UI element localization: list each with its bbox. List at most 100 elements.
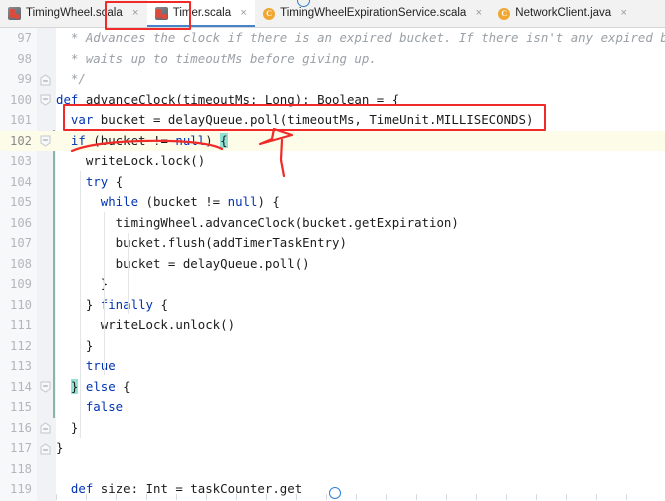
code-line[interactable]: 99 */: [0, 69, 665, 90]
code-line[interactable]: 109 }: [0, 274, 665, 295]
line-number: 102: [9, 133, 32, 148]
line-number: 98: [17, 51, 32, 66]
line-number: 101: [9, 113, 32, 127]
editor-tab-3[interactable]: C NetworkClient.java ×: [490, 0, 636, 27]
code-token-plain: {: [108, 173, 124, 189]
code-line[interactable]: 111 writeLock.unlock(): [0, 315, 665, 336]
code-line[interactable]: 106 timingWheel.advanceClock(bucket.getE…: [0, 213, 665, 234]
tab-close-icon[interactable]: ×: [474, 8, 483, 19]
code-text: } finally {: [56, 295, 168, 316]
code-token-plain: timingWheel.advanceClock(bucket.getExpir…: [56, 214, 459, 230]
indent-guide: [104, 355, 105, 375]
code-line[interactable]: 98 * waits up to timeoutMs before giving…: [0, 49, 665, 70]
code-text: writeLock.lock(): [56, 151, 205, 172]
fold-region-icon[interactable]: [39, 442, 52, 455]
code-line[interactable]: 97 * Advances the clock if there is an e…: [0, 28, 665, 49]
code-token-kw: null: [227, 194, 258, 209]
code-text: */: [56, 69, 86, 90]
code-line[interactable]: 113 true: [0, 356, 665, 377]
tab-close-icon[interactable]: ×: [131, 8, 140, 19]
code-text: timingWheel.advanceClock(bucket.getExpir…: [56, 213, 459, 234]
code-editor[interactable]: 97 * Advances the clock if there is an e…: [0, 28, 665, 501]
editor-tab-0[interactable]: TimingWheel.scala ×: [0, 0, 147, 27]
code-token-plain: (bucket !=: [85, 132, 176, 148]
code-text: var bucket = delayQueue.poll(timeoutMs, …: [56, 110, 534, 131]
code-line[interactable]: 112 }: [0, 336, 665, 357]
code-token-kw: try: [85, 173, 109, 189]
line-number: 110: [9, 297, 32, 312]
fold-region-icon[interactable]: [39, 422, 52, 434]
tab-close-icon[interactable]: ×: [619, 8, 628, 19]
code-token-plain: advanceClock(timeoutMs: Long): Boolean =…: [78, 91, 400, 107]
code-token-cmt: * Advances the clock if there is an expi…: [56, 30, 665, 45]
line-number: 107: [9, 236, 32, 250]
code-token-kw: var: [70, 112, 94, 127]
code-token-plain: }: [56, 419, 79, 435]
fold-collapse-icon[interactable]: [39, 381, 52, 393]
code-line[interactable]: 116 }: [0, 418, 665, 439]
code-line[interactable]: 104 try {: [0, 172, 665, 193]
line-number: 114: [9, 379, 32, 394]
code-token-plain: (bucket !=: [138, 194, 228, 209]
code-token-plain: ): [205, 132, 221, 148]
editor-tab-bar: TimingWheel.scala × Timer.scala × C TimingWhe…: [0, 0, 665, 28]
editor-bottom-ruler: [56, 494, 665, 500]
scala-class-icon: C: [263, 7, 276, 20]
code-line[interactable]: 103 writeLock.lock(): [0, 151, 665, 172]
line-number: 111: [9, 318, 32, 332]
code-token-kw: else: [85, 378, 116, 394]
code-line[interactable]: 118: [0, 459, 665, 480]
code-token-plain: ) {: [257, 194, 280, 209]
fold-collapse-icon[interactable]: [39, 135, 52, 147]
code-line[interactable]: 115 false: [0, 397, 665, 418]
code-line[interactable]: 110 } finally {: [0, 295, 665, 316]
code-text: }: [56, 274, 108, 295]
code-text: try {: [56, 172, 123, 193]
code-line[interactable]: 100 def advanceClock(timeoutMs: Long): Bo…: [0, 90, 665, 111]
indent-guide: [80, 171, 81, 438]
code-line[interactable]: 117}: [0, 438, 665, 459]
code-token-plain: }: [56, 440, 64, 455]
code-token-plain: writeLock.unlock(): [56, 317, 236, 332]
fold-region-icon[interactable]: [39, 73, 52, 86]
code-line[interactable]: 105 while (bucket != null) {: [0, 192, 665, 213]
code-line[interactable]: 101 var bucket = delayQueue.poll(timeout…: [0, 110, 665, 131]
line-number: 100: [9, 92, 32, 107]
code-token-plain: bucket.flush(addTimerTaskEntry): [56, 235, 347, 250]
fold-collapse-icon[interactable]: [39, 94, 52, 106]
code-line[interactable]: 108 bucket = delayQueue.poll(): [0, 254, 665, 275]
code-line[interactable]: 102 if (bucket != null) {: [0, 130, 665, 152]
code-token-cmt: * waits up to timeoutMs before giving up…: [56, 50, 377, 66]
code-token-kw: def: [56, 91, 79, 107]
line-number: 113: [9, 359, 32, 373]
editor-tab-label: TimingWheel.scala: [26, 6, 123, 19]
code-text: if (bucket != null) {: [56, 131, 228, 152]
line-number: 108: [9, 256, 32, 271]
line-number: 117: [9, 441, 32, 455]
code-token-brk: {: [220, 132, 228, 148]
editor-tab-label: TimingWheelExpirationService.scala: [280, 6, 467, 19]
tab-close-icon[interactable]: ×: [239, 8, 248, 19]
editor-tab-1[interactable]: Timer.scala ×: [146, 0, 256, 27]
line-number: 116: [9, 420, 32, 435]
code-line[interactable]: 107 bucket.flush(addTimerTaskEntry): [0, 233, 665, 254]
editor-tab-2[interactable]: C TimingWheelExpirationService.scala ×: [255, 0, 491, 27]
code-token-kw: null: [175, 132, 206, 148]
code-token-plain: bucket = delayQueue.poll(timeoutMs, Time…: [93, 112, 534, 127]
scala-file-icon: [154, 7, 168, 20]
line-number: 99: [17, 72, 32, 86]
line-number: 112: [9, 338, 32, 353]
code-token-plain: writeLock.lock(): [56, 153, 206, 168]
line-number: 109: [9, 277, 32, 291]
code-lines[interactable]: 97 * Advances the clock if there is an e…: [0, 28, 665, 500]
code-text: def advanceClock(timeoutMs: Long): Boole…: [56, 90, 399, 111]
code-line[interactable]: 114 } else {: [0, 377, 665, 398]
code-token-plain: }: [56, 296, 101, 312]
code-token-plain: }: [56, 337, 94, 353]
code-text: }: [56, 438, 63, 459]
code-token-plain: {: [152, 296, 168, 312]
line-number: 97: [17, 31, 32, 45]
code-token-plain: }: [56, 276, 109, 291]
